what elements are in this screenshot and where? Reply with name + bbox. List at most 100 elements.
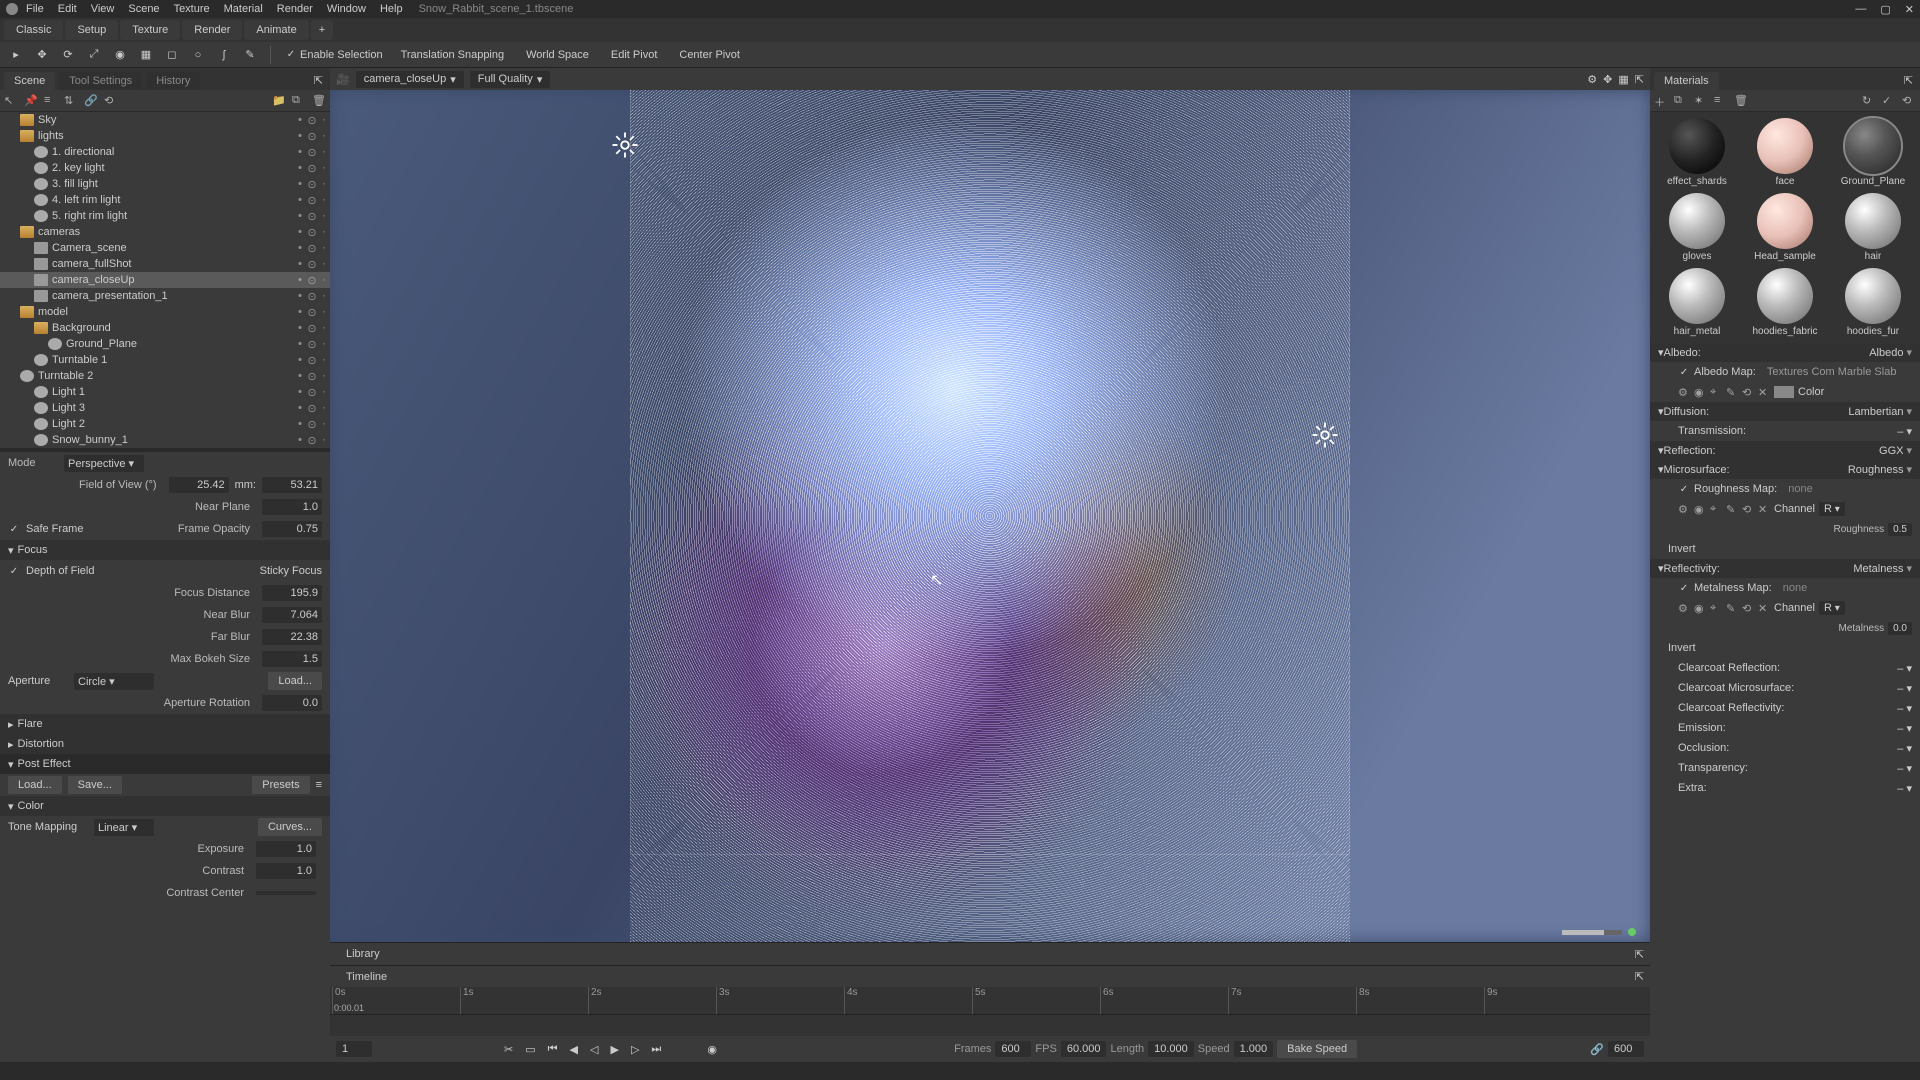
loop-icon[interactable]: ▭	[521, 1041, 539, 1058]
occlusion-label[interactable]: Occlusion:	[1678, 742, 1729, 754]
section-flare[interactable]: ▸Flare	[0, 714, 330, 734]
section-color[interactable]: ▾Color	[0, 796, 330, 816]
box-tool-icon[interactable]: ▦	[136, 45, 156, 65]
filter-icon[interactable]: ≡	[44, 94, 58, 108]
edit-icon[interactable]: ✎	[1726, 386, 1738, 398]
tree-item[interactable]: Turntable 1•⊙·	[0, 352, 330, 368]
popout-icon[interactable]: ⇱	[311, 71, 326, 90]
clear-icon[interactable]: ✕	[1758, 386, 1770, 398]
tree-item[interactable]: model•⊙·	[0, 304, 330, 320]
current-frame[interactable]: 1	[336, 1041, 372, 1057]
metalness-map-value[interactable]: none	[1783, 582, 1807, 594]
transparency-label[interactable]: Transparency:	[1678, 762, 1748, 774]
gear-icon[interactable]: ⚙	[1678, 386, 1690, 398]
near-plane-value[interactable]: 1.0	[262, 499, 322, 515]
channel-dropdown[interactable]: R ▾	[1819, 502, 1845, 516]
rotate-tool-icon[interactable]: ⟳	[58, 45, 78, 65]
settings-icon[interactable]: ⚙	[1587, 73, 1597, 86]
reload-icon[interactable]: ⟲	[1742, 602, 1754, 614]
mm-value[interactable]: 53.21	[262, 477, 322, 493]
material-swatch[interactable]: hoodies_fabric	[1744, 268, 1826, 337]
tree-item[interactable]: Ground_Plane•⊙·	[0, 336, 330, 352]
emission-label[interactable]: Emission:	[1678, 722, 1726, 734]
tab-scene[interactable]: Scene	[4, 72, 55, 90]
clearcoat-microsurface-label[interactable]: Clearcoat Microsurface:	[1678, 682, 1794, 694]
section-post-effect[interactable]: ▾Post Effect	[0, 754, 330, 774]
focus-distance-value[interactable]: 195.9	[262, 585, 322, 601]
edit-icon[interactable]: ✎	[1726, 602, 1738, 614]
copy-icon[interactable]: ⧉	[292, 94, 306, 108]
dof-check[interactable]: ✓	[8, 565, 20, 577]
sticky-focus-button[interactable]: Sticky Focus	[260, 565, 322, 577]
material-swatch[interactable]: hair_metal	[1656, 268, 1738, 337]
pick-icon[interactable]: ⌖	[1710, 602, 1722, 614]
tab-timeline[interactable]: Timeline	[336, 969, 397, 985]
contrast-value[interactable]: 1.0	[256, 863, 316, 879]
marquee-icon[interactable]: ◻	[162, 45, 182, 65]
popout-viewport-icon[interactable]: ⇱	[1635, 73, 1644, 86]
close-icon[interactable]: ✕	[1905, 3, 1914, 16]
near-blur-value[interactable]: 7.064	[262, 607, 322, 623]
link-timeline-icon[interactable]: 🔗	[1590, 1043, 1604, 1056]
length-value[interactable]: 10.000	[1148, 1041, 1194, 1057]
presets-button[interactable]: Presets	[252, 776, 309, 794]
popout-library-icon[interactable]: ⇱	[1635, 948, 1644, 961]
section-reflectivity[interactable]: ▾ Reflectivity:Metalness ▾	[1650, 559, 1920, 578]
pick-icon[interactable]: ⌖	[1710, 503, 1722, 515]
tree-item[interactable]: 1. directional•⊙·	[0, 144, 330, 160]
frames-value[interactable]: 600	[995, 1041, 1031, 1057]
invert-label[interactable]: Invert	[1658, 543, 1696, 555]
scale-tool-icon[interactable]: ⤢	[84, 45, 104, 65]
clear-icon[interactable]: ✕	[1758, 503, 1770, 515]
enable-selection-toggle[interactable]: ✓Enable Selection	[281, 49, 387, 61]
material-swatch[interactable]: effect_shards	[1656, 118, 1738, 187]
tab-classic[interactable]: Classic	[4, 20, 63, 40]
pick-icon[interactable]: ⌖	[1710, 386, 1722, 398]
menu-help[interactable]: Help	[380, 3, 403, 15]
duplicate-icon[interactable]: ⧉	[1674, 94, 1688, 108]
tree-item[interactable]: Sky•⊙·	[0, 112, 330, 128]
tree-item[interactable]: lights•⊙·	[0, 128, 330, 144]
tree-item[interactable]: camera_fullShot•⊙·	[0, 256, 330, 272]
max-bokeh-value[interactable]: 1.5	[262, 651, 322, 667]
reload-icon[interactable]: ⟲	[1742, 503, 1754, 515]
paint-tool-icon[interactable]: ✎	[240, 45, 260, 65]
extra-label[interactable]: Extra:	[1678, 782, 1707, 794]
select-tool-icon[interactable]: ▸	[6, 45, 26, 65]
maximize-icon[interactable]: ▢	[1880, 3, 1890, 16]
gear-icon[interactable]: ⚙	[1678, 503, 1690, 515]
select-icon[interactable]: ✓	[1882, 94, 1896, 108]
tab-library[interactable]: Library	[336, 946, 390, 962]
delete-icon[interactable]: 🗑	[312, 94, 326, 108]
tree-item[interactable]: Turntable 2•⊙·	[0, 368, 330, 384]
library-icon[interactable]: ≡	[1714, 94, 1728, 108]
roughness-map-value[interactable]: none	[1788, 483, 1812, 495]
fov-value[interactable]: 25.42	[169, 477, 229, 493]
material-swatch[interactable]: Head_sample	[1744, 193, 1826, 262]
move-tool-icon[interactable]: ✥	[32, 45, 52, 65]
menu-window[interactable]: Window	[327, 3, 366, 15]
play-icon[interactable]: ▶	[606, 1041, 622, 1058]
end-frame[interactable]: 600	[1608, 1041, 1644, 1057]
scene-tree[interactable]: Sky•⊙·lights•⊙·1. directional•⊙·2. key l…	[0, 112, 330, 448]
clearcoat-reflection-label[interactable]: Clearcoat Reflection:	[1678, 662, 1780, 674]
delete-material-icon[interactable]: 🗑	[1734, 94, 1748, 108]
frame-opacity-value[interactable]: 0.75	[262, 521, 322, 537]
prev-frame-icon[interactable]: ◁	[586, 1041, 602, 1058]
lasso-tool-icon[interactable]: ʃ	[214, 45, 234, 65]
eye-icon[interactable]: ◉	[1694, 386, 1706, 398]
mode-dropdown[interactable]: Perspective ▾	[64, 455, 144, 472]
pin-icon[interactable]: 📌	[24, 94, 38, 108]
merge-icon[interactable]: ✶	[1694, 94, 1708, 108]
link-icon[interactable]: 🔗	[84, 94, 98, 108]
reload-icon[interactable]: ⟲	[1742, 386, 1754, 398]
tree-item[interactable]: Snow_bunny_1•⊙·	[0, 432, 330, 448]
tree-item[interactable]: 5. right rim light•⊙·	[0, 208, 330, 224]
tree-item[interactable]: camera_presentation_1•⊙·	[0, 288, 330, 304]
minimize-icon[interactable]: —	[1855, 3, 1866, 15]
edit-pivot-button[interactable]: Edit Pivot	[603, 46, 665, 64]
quality-dropdown[interactable]: Full Quality▾	[470, 71, 551, 88]
roughness-value[interactable]: 0.5	[1888, 523, 1912, 536]
contrast-center-value[interactable]	[256, 891, 316, 895]
tone-mapping-dropdown[interactable]: Linear ▾	[94, 819, 154, 836]
